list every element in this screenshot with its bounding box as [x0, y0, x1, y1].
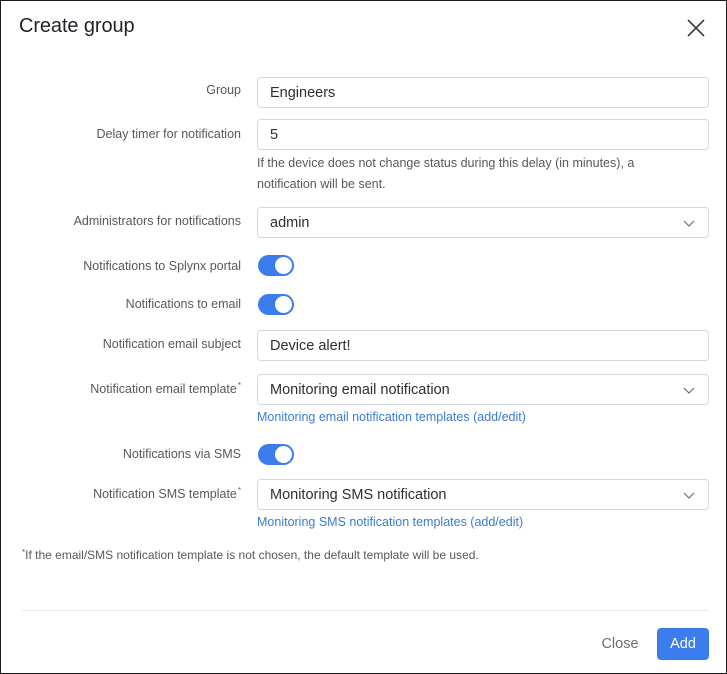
- administrators-select[interactable]: admin: [257, 207, 709, 238]
- email-subject-label: Notification email subject: [102, 337, 241, 351]
- required-marker: *: [237, 381, 241, 390]
- dialog-title: Create group: [19, 15, 135, 37]
- footnote-text: If the email/SMS notification template i…: [25, 548, 479, 562]
- sms-template-label-text: Notification SMS template: [93, 487, 237, 501]
- delay-input[interactable]: [270, 126, 696, 143]
- sms-notifications-toggle[interactable]: [258, 444, 294, 465]
- toggle-knob: [275, 296, 292, 313]
- email-notifications-toggle[interactable]: [258, 294, 294, 315]
- required-marker: *: [237, 486, 241, 495]
- sms-toggle-label: Notifications via SMS: [122, 447, 241, 461]
- sms-template-label: Notification SMS template*: [93, 486, 241, 501]
- portal-toggle-label: Notifications to Splynx portal: [83, 259, 241, 273]
- template-footnote: *If the email/SMS notification template …: [22, 548, 479, 562]
- email-subject-input[interactable]: [270, 337, 696, 354]
- administrators-label: Administrators for notifications: [73, 214, 241, 228]
- delay-help-text: If the device does not change status dur…: [257, 156, 635, 191]
- toggle-knob: [275, 446, 292, 463]
- email-templates-link[interactable]: Monitoring email notification templates …: [257, 410, 526, 424]
- sms-templates-link[interactable]: Monitoring SMS notification templates (a…: [257, 515, 523, 529]
- email-template-select[interactable]: Monitoring email notification: [257, 374, 709, 405]
- chevron-down-icon: [683, 387, 695, 394]
- close-button[interactable]: Close: [591, 628, 649, 660]
- email-subject-field[interactable]: [257, 330, 709, 361]
- administrators-value: admin: [270, 214, 310, 231]
- footer-divider: [22, 610, 709, 611]
- sms-template-select[interactable]: Monitoring SMS notification: [257, 479, 709, 510]
- email-template-label-text: Notification email template: [90, 382, 237, 396]
- portal-notifications-toggle[interactable]: [258, 255, 294, 276]
- email-toggle-label: Notifications to email: [125, 297, 241, 311]
- add-button[interactable]: Add: [657, 628, 709, 660]
- create-group-dialog: Create group Group Delay timer for notif…: [0, 0, 727, 674]
- delay-label: Delay timer for notification: [96, 127, 241, 141]
- email-template-value: Monitoring email notification: [270, 381, 450, 398]
- delay-field[interactable]: [257, 119, 709, 150]
- email-template-label: Notification email template*: [90, 381, 241, 396]
- group-label: Group: [206, 83, 241, 97]
- toggle-knob: [275, 257, 292, 274]
- group-field[interactable]: [257, 77, 709, 108]
- close-x-icon[interactable]: [685, 17, 707, 39]
- sms-template-value: Monitoring SMS notification: [270, 486, 447, 503]
- chevron-down-icon: [683, 220, 695, 227]
- chevron-down-icon: [683, 492, 695, 499]
- group-input[interactable]: [270, 84, 696, 101]
